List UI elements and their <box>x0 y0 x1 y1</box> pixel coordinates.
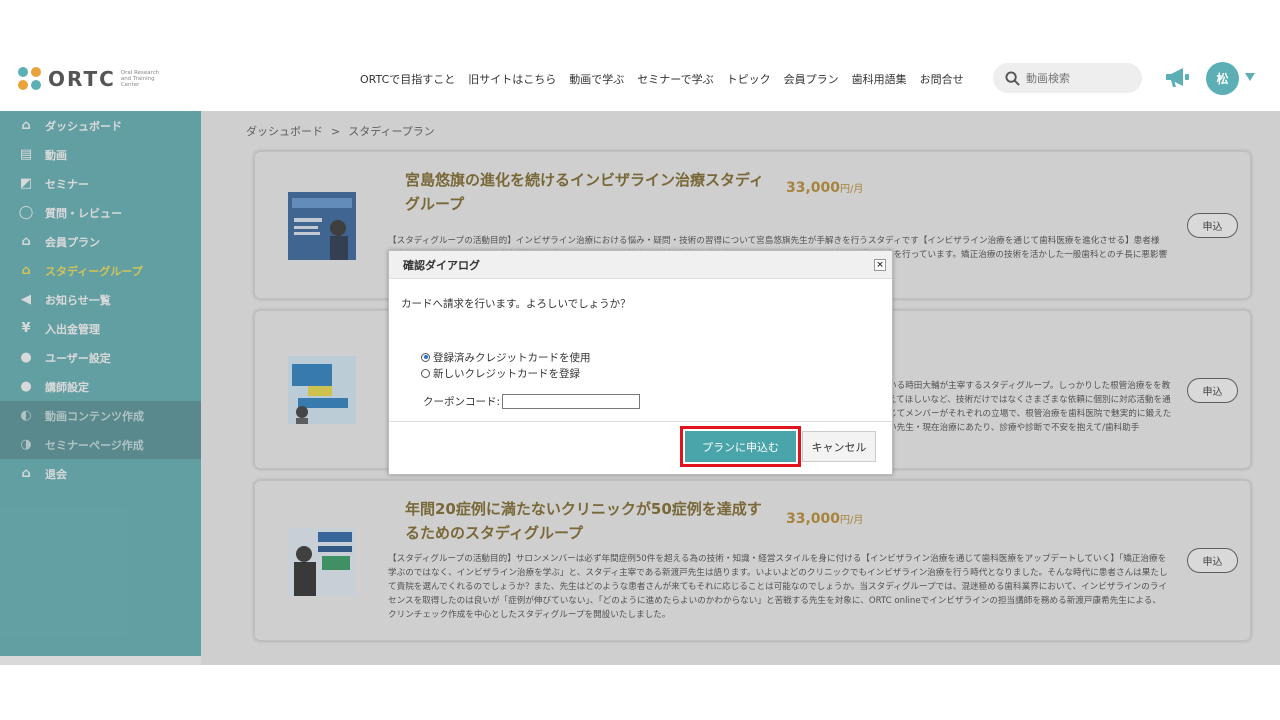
close-icon[interactable]: × <box>874 259 886 271</box>
coupon-label: クーポンコード: <box>423 396 501 408</box>
nav-item-plans[interactable]: 会員プラン <box>784 71 839 87</box>
apply-plan-button[interactable]: プランに申込む <box>680 426 801 467</box>
radio-option-new-card[interactable]: 新しいクレジットカードを登録 <box>421 365 880 381</box>
dialog-title: 確認ダイアログ <box>403 258 480 272</box>
logo-subtext: Oral Research and Training Center <box>120 70 160 88</box>
nav-item-videos[interactable]: 動画で学ぶ <box>569 71 624 87</box>
top-header: ORTC Oral Research and Training Center O… <box>0 55 1280 111</box>
dialog-header: 確認ダイアログ × <box>389 251 892 279</box>
dialog-body: カードへ請求を行います。よろしいでしょうか？ 登録済みクレジットカードを使用 新… <box>389 279 892 409</box>
chevron-down-icon[interactable] <box>1245 73 1255 81</box>
main-nav: ORTCで目指すこと 旧サイトはこちら 動画で学ぶ セミナーで学ぶ トピック 会… <box>360 71 964 87</box>
dialog-message: カードへ請求を行います。よろしいでしょうか？ <box>401 298 631 310</box>
radio-button[interactable] <box>421 352 430 362</box>
dialog-divider <box>389 421 892 422</box>
nav-item-old-site[interactable]: 旧サイトはこちら <box>468 71 556 87</box>
cancel-button[interactable]: キャンセル <box>802 431 876 462</box>
search-input[interactable] <box>1026 71 1136 85</box>
confirm-dialog: 確認ダイアログ × カードへ請求を行います。よろしいでしょうか？ 登録済みクレジ… <box>388 250 893 475</box>
nav-item-contact[interactable]: お問合せ <box>920 71 964 87</box>
coupon-input[interactable] <box>502 394 641 409</box>
logo-text: ORTC <box>48 67 116 91</box>
radio-label: 新しいクレジットカードを登録 <box>433 367 580 380</box>
megaphone-icon[interactable] <box>1163 65 1191 89</box>
user-avatar[interactable]: 松 <box>1206 62 1239 95</box>
ortc-logo[interactable]: ORTC Oral Research and Training Center <box>18 67 165 91</box>
search-icon <box>1005 70 1020 86</box>
radio-button[interactable] <box>421 368 430 378</box>
nav-item-seminars[interactable]: セミナーで学ぶ <box>637 71 713 87</box>
nav-item-topics[interactable]: トピック <box>727 71 771 87</box>
coupon-row: クーポンコード: <box>423 394 880 409</box>
search-box[interactable] <box>993 63 1142 93</box>
radio-label: 登録済みクレジットカードを使用 <box>433 351 591 364</box>
radio-option-saved-card[interactable]: 登録済みクレジットカードを使用 <box>421 349 880 365</box>
nav-item-mission[interactable]: ORTCで目指すこと <box>360 71 455 87</box>
nav-item-glossary[interactable]: 歯科用語集 <box>852 71 907 87</box>
logo-dots-icon <box>18 67 42 91</box>
